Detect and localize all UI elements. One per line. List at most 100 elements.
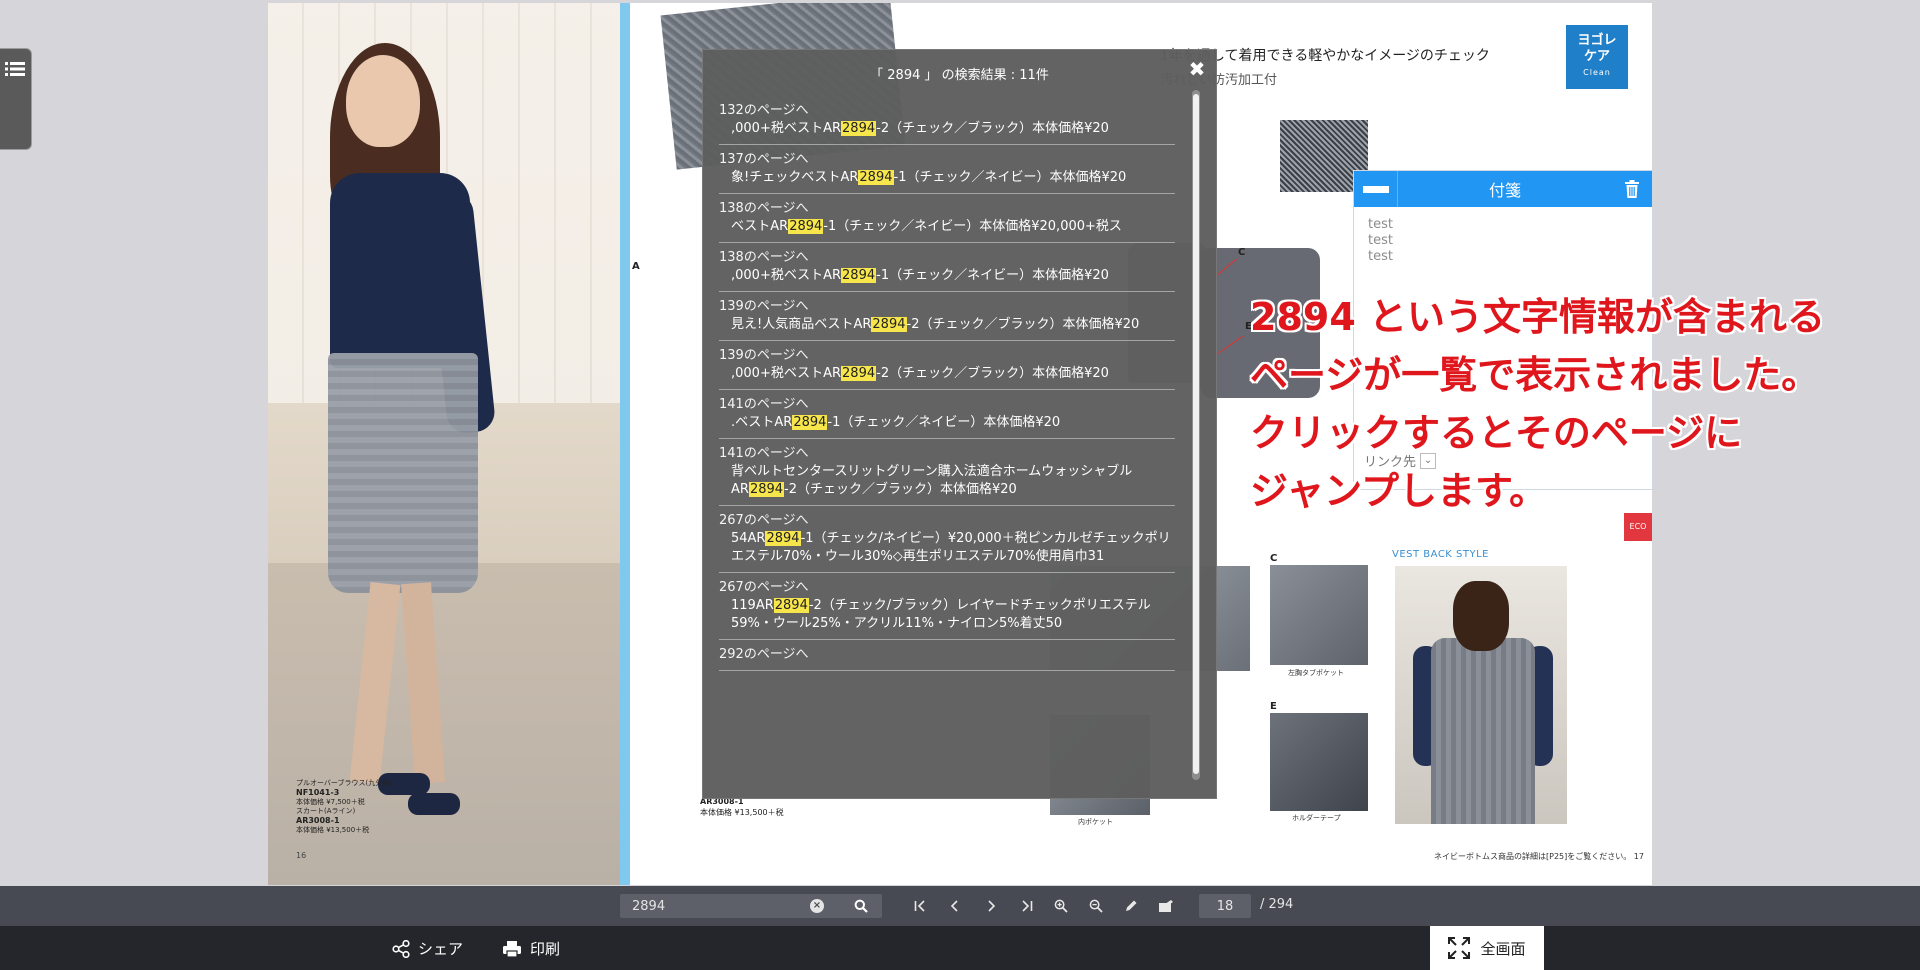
sidebar-toggle-button[interactable] — [0, 48, 32, 150]
pen-button[interactable] — [1119, 894, 1143, 918]
product-price: 本体価格 ¥13,500＋税 — [700, 808, 784, 817]
result-page-link[interactable]: 139のページへ — [719, 347, 1175, 365]
result-snippet: .ベストAR2894-1（チェック／ネイビー）本体価格¥20 — [719, 414, 1175, 432]
snippet-hit: 2894 — [858, 170, 894, 185]
caption-pocket: 左胸タブポケット — [1288, 669, 1344, 677]
viewer-area: プルオーバーブラウス(九分袖) NF1041-3 本体価格 ¥7,500＋税 ス… — [0, 0, 1920, 886]
result-item[interactable]: 139のページへ 見え!人気商品ベストAR2894-2（チェック／ブラック）本体… — [719, 298, 1175, 341]
result-page-link[interactable]: 141のページへ — [719, 445, 1175, 463]
viewer-toolbar: × / 294 — [0, 886, 1920, 926]
snippet-after: -2（チェック／ブラック）本体価格¥20 — [784, 482, 1017, 497]
fullscreen-button[interactable]: 全画面 — [1430, 926, 1544, 970]
result-page-link[interactable]: 132のページへ — [719, 102, 1175, 120]
annotation-line: ページが一覧で表示されました。 — [1250, 353, 1820, 397]
fullscreen-label: 全画面 — [1480, 939, 1526, 958]
snippet-before: .ベストAR — [731, 415, 793, 430]
print-label: 印刷 — [530, 940, 561, 958]
result-item[interactable]: 267のページへ 54AR2894-1（チェック/ネイビー）¥20,000＋税ピ… — [719, 512, 1175, 573]
search-button[interactable] — [840, 894, 882, 918]
annotation-line: 2894 という文字情報が含まれる — [1250, 295, 1825, 339]
sticky-title: 付箋 — [1488, 181, 1521, 200]
page-gutter — [620, 3, 630, 885]
snippet-hit: 2894 — [792, 415, 828, 430]
result-item[interactable]: 292のページへ — [719, 646, 1175, 671]
print-button[interactable]: 印刷 — [502, 938, 560, 959]
snippet-before: ,000+税ベストAR — [731, 366, 842, 381]
footer-bar: シェア 印刷 全画面 — [0, 926, 1920, 970]
prev-page-button[interactable] — [943, 894, 967, 918]
first-page-icon — [914, 900, 925, 912]
result-item[interactable]: 138のページへ ベストAR2894-1（チェック／ネイビー）本体価格¥20,0… — [719, 200, 1175, 243]
results-title: 「 2894 」 の検索結果 : 11件 — [870, 68, 1049, 83]
left-page-photo[interactable]: プルオーバーブラウス(九分袖) NF1041-3 本体価格 ¥7,500＋税 ス… — [268, 3, 620, 885]
caption-holder: ホルダーテープ — [1292, 814, 1341, 822]
result-page-link[interactable]: 139のページへ — [719, 298, 1175, 316]
result-snippet: ,000+税ベストAR2894-1（チェック／ネイビー）本体価格¥20 — [719, 267, 1175, 285]
clear-search-icon[interactable]: × — [810, 899, 824, 913]
close-icon[interactable]: ✖ — [1186, 58, 1208, 80]
snippet-hit: 2894 — [773, 598, 809, 613]
snippet-hit: 2894 — [841, 366, 877, 381]
results-scrollbar[interactable] — [1192, 90, 1200, 780]
snippet-hit: 2894 — [871, 317, 907, 332]
snippet-before: 象!チェックベストAR — [731, 170, 859, 185]
result-item[interactable]: 139のページへ ,000+税ベストAR2894-2（チェック／ブラック）本体価… — [719, 347, 1175, 390]
scrollbar-thumb[interactable] — [1193, 94, 1199, 774]
last-page-icon — [1022, 900, 1033, 912]
snippet-before: 見え!人気商品ベストAR — [731, 317, 872, 332]
result-item[interactable]: 267のページへ 119AR2894-2（チェック/ブラック）レイヤードチェック… — [719, 579, 1175, 640]
snippet-after: -2（チェック／ブラック）本体価格¥20 — [876, 366, 1109, 381]
result-snippet: ,000+税ベストAR2894-2（チェック／ブラック）本体価格¥20 — [719, 365, 1175, 383]
result-snippet: 119AR2894-2（チェック/ブラック）レイヤードチェックポリエステル59%… — [719, 597, 1175, 633]
detail-photo-holder — [1270, 713, 1368, 811]
result-snippet: ベストAR2894-1（チェック／ネイビー）本体価格¥20,000+税ス — [719, 218, 1175, 236]
result-item[interactable]: 141のページへ .ベストAR2894-1（チェック／ネイビー）本体価格¥20 — [719, 396, 1175, 439]
result-page-link[interactable]: 141のページへ — [719, 396, 1175, 414]
zoom-out-button[interactable] — [1084, 894, 1108, 918]
model-head — [346, 55, 420, 147]
result-page-link[interactable]: 267のページへ — [719, 579, 1175, 597]
label-c: C — [1238, 247, 1246, 258]
note-icon — [1159, 900, 1173, 912]
share-button[interactable]: シェア — [392, 938, 463, 959]
result-item[interactable]: 138のページへ ,000+税ベストAR2894-1（チェック／ネイビー）本体価… — [719, 249, 1175, 292]
sticky-note-button[interactable] — [1154, 894, 1178, 918]
price-block: AR3008-1 本体価格 ¥13,500＋税 — [700, 796, 784, 818]
chevron-right-icon — [988, 900, 996, 912]
caption-line: スカート(Aライン) — [296, 807, 356, 815]
catalog-footer-note: ネイビーボトムス商品の詳細は[P25]をご覧ください。 17 — [1434, 852, 1644, 861]
result-page-link[interactable]: 138のページへ — [719, 249, 1175, 267]
minimize-button[interactable] — [1354, 171, 1398, 207]
results-list: 132のページへ ,000+税ベストAR2894-2（チェック／ブラック）本体価… — [719, 102, 1175, 792]
first-page-button[interactable] — [909, 894, 933, 918]
zoom-out-icon — [1089, 899, 1103, 913]
sticky-header: 付箋 — [1354, 171, 1652, 207]
total-pages: / 294 — [1260, 897, 1294, 912]
snippet-after: -1（チェック／ネイビー）本体価格¥20 — [827, 415, 1061, 430]
logo-text: ヨゴレ — [1577, 33, 1617, 48]
snippet-before: 54AR — [731, 531, 766, 546]
zoom-in-button[interactable] — [1049, 894, 1073, 918]
search-input[interactable] — [620, 894, 840, 918]
result-page-link[interactable]: 267のページへ — [719, 512, 1175, 530]
caption-inner: 内ポケット — [1078, 818, 1113, 826]
result-page-link[interactable]: 138のページへ — [719, 200, 1175, 218]
search-results-popup: 「 2894 」 の検索結果 : 11件 ✖ 132のページへ ,000+税ベス… — [702, 49, 1217, 799]
chevron-left-icon — [950, 900, 958, 912]
next-page-button[interactable] — [979, 894, 1003, 918]
result-snippet: 象!チェックベストAR2894-1（チェック／ネイビー）本体価格¥20 — [719, 169, 1175, 187]
model-blouse — [330, 173, 470, 368]
delete-button[interactable] — [1612, 171, 1652, 207]
vest-back-photo — [1395, 566, 1567, 824]
result-page-link[interactable]: 137のページへ — [719, 151, 1175, 169]
caption-line: 本体価格 ¥7,500＋税 — [296, 798, 365, 806]
result-item[interactable]: 132のページへ ,000+税ベストAR2894-2（チェック／ブラック）本体価… — [719, 102, 1175, 145]
last-page-button[interactable] — [1014, 894, 1038, 918]
snippet-before: ,000+税ベストAR — [731, 121, 842, 136]
page-number-input[interactable] — [1199, 894, 1251, 918]
result-snippet: 見え!人気商品ベストAR2894-2（チェック／ブラック）本体価格¥20 — [719, 316, 1175, 334]
result-item[interactable]: 141のページへ 背ベルトセンタースリットグリーン購入法適合ホームウォッシャブル… — [719, 445, 1175, 506]
result-page-link[interactable]: 292のページへ — [719, 646, 1175, 664]
annotation-line: クリックするとそのページに — [1250, 411, 1743, 455]
result-item[interactable]: 137のページへ 象!チェックベストAR2894-1（チェック／ネイビー）本体価… — [719, 151, 1175, 194]
